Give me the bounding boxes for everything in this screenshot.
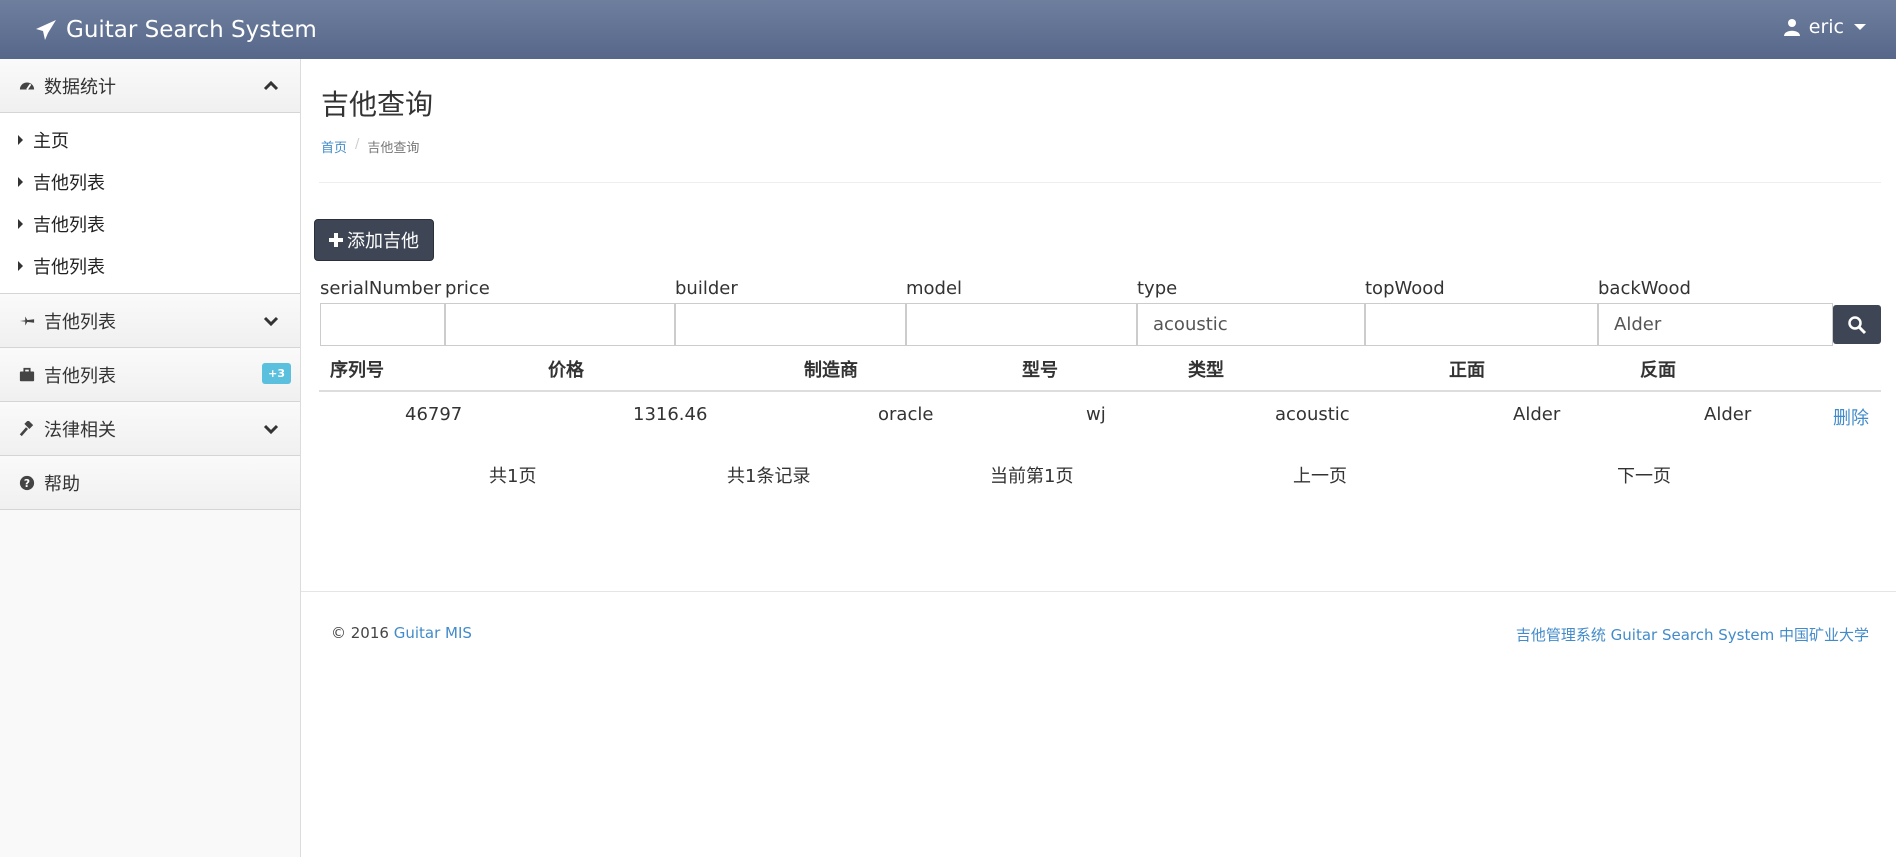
cell-type: acoustic — [1275, 404, 1350, 425]
add-guitar-button[interactable]: 添加吉他 — [314, 219, 434, 261]
breadcrumb-home-link[interactable]: 首页 — [321, 137, 347, 156]
briefcase-icon — [18, 366, 36, 384]
search-icon — [1848, 315, 1867, 334]
caret-right-icon — [18, 219, 23, 229]
delete-link[interactable]: 删除 — [1833, 404, 1869, 430]
sidebar-item-label: 吉他列表 — [33, 215, 105, 236]
footer-copyright: © 2016 Guitar MIS — [331, 624, 472, 642]
label-top-wood: topWood — [1365, 278, 1445, 299]
username: eric — [1808, 16, 1844, 38]
pagination: 共1页 共1条记录 当前第1页 上一页 下一页 — [319, 462, 1881, 492]
caret-down-icon — [1854, 24, 1866, 30]
user-icon — [1783, 19, 1800, 36]
sidebar-section-label: 吉他列表 — [44, 311, 116, 333]
cell-serial: 46797 — [405, 404, 463, 425]
dashboard-icon — [18, 77, 36, 95]
plane-icon — [18, 312, 36, 330]
column-header: 制造商 — [804, 360, 858, 381]
back-wood-input[interactable] — [1598, 303, 1833, 346]
app-title: Guitar Search System — [66, 17, 317, 43]
label-builder: builder — [675, 278, 738, 299]
sidebar-section-label: 法律相关 — [44, 419, 116, 441]
footer-brand-link[interactable]: Guitar MIS — [394, 624, 472, 642]
serial-number-input[interactable] — [320, 303, 445, 346]
divider — [319, 182, 1881, 183]
column-header: 类型 — [1188, 360, 1224, 381]
results-table: 序列号 价格 制造商 型号 类型 正面 反面 46797 1316.46 ora… — [319, 346, 1881, 438]
user-menu[interactable]: eric — [1783, 16, 1866, 38]
caret-right-icon — [18, 261, 23, 271]
footer: © 2016 Guitar MIS 吉他管理系统 Guitar Search S… — [301, 591, 1896, 661]
question-icon: ? — [18, 474, 36, 492]
caret-right-icon — [18, 135, 23, 145]
caret-right-icon — [18, 177, 23, 187]
footer-system-link[interactable]: 吉他管理系统 Guitar Search System 中国矿业大学 — [1516, 624, 1869, 645]
sidebar-item-label: 吉他列表 — [33, 173, 105, 194]
sidebar-item-guitar-list[interactable]: 吉他列表 — [0, 161, 300, 203]
sidebar-item-guitar-list[interactable]: 吉他列表 — [0, 203, 300, 245]
pager-current-page: 当前第1页 — [990, 466, 1074, 487]
cell-top-wood: Alder — [1513, 404, 1561, 425]
sidebar-section-label: 帮助 — [44, 473, 80, 495]
type-input[interactable] — [1137, 303, 1365, 346]
column-header: 序列号 — [330, 360, 384, 381]
search-button[interactable] — [1833, 305, 1881, 344]
page-title: 吉他查询 — [321, 88, 434, 121]
sidebar-section-guitars-badge[interactable]: 吉他列表 +3 — [0, 348, 300, 402]
top-navbar: Guitar Search System eric — [0, 0, 1896, 59]
column-header: 型号 — [1022, 360, 1058, 381]
column-header: 正面 — [1449, 360, 1485, 381]
column-header: 价格 — [548, 360, 584, 381]
pager-next-link[interactable]: 下一页 — [1617, 462, 1671, 488]
sidebar-section-legal[interactable]: 法律相关 — [0, 402, 300, 456]
brand[interactable]: Guitar Search System — [34, 14, 317, 46]
breadcrumb-separator: / — [355, 137, 360, 152]
chevron-down-icon — [263, 316, 279, 327]
table-row: 46797 1316.46 oracle wj acoustic Alder A… — [319, 392, 1881, 438]
copyright-text: © 2016 — [331, 624, 389, 642]
pager-total-records: 共1条记录 — [727, 466, 811, 487]
pager-prev-link[interactable]: 上一页 — [1293, 462, 1347, 488]
sidebar-section-help[interactable]: ? 帮助 — [0, 456, 300, 510]
sidebar: 数据统计 主页 吉他列表 吉他列表 吉他列表 吉他列表 吉他列表 +3 法律相关… — [0, 59, 301, 857]
price-input[interactable] — [445, 303, 675, 346]
svg-text:?: ? — [24, 477, 30, 490]
sidebar-item-guitar-list[interactable]: 吉他列表 — [0, 245, 300, 287]
builder-input[interactable] — [675, 303, 906, 346]
breadcrumb-current: 吉他查询 — [367, 141, 420, 156]
count-badge: +3 — [262, 363, 291, 384]
sidebar-submenu: 主页 吉他列表 吉他列表 吉他列表 — [0, 113, 300, 294]
sidebar-section-guitars[interactable]: 吉他列表 — [0, 294, 300, 348]
chevron-up-icon — [263, 80, 279, 91]
label-back-wood: backWood — [1598, 278, 1691, 299]
label-serial-number: serialNumber — [320, 278, 442, 299]
sidebar-section-stats[interactable]: 数据统计 — [0, 59, 300, 113]
sidebar-item-label: 主页 — [33, 131, 69, 152]
sidebar-item-home[interactable]: 主页 — [0, 119, 300, 161]
cell-builder: oracle — [878, 404, 934, 425]
sidebar-section-label: 吉他列表 — [44, 365, 116, 387]
pager-total-pages: 共1页 — [489, 466, 537, 487]
table-header: 序列号 价格 制造商 型号 类型 正面 反面 — [319, 346, 1881, 392]
breadcrumb: 首页 / 吉他查询 — [321, 137, 419, 156]
sidebar-section-label: 数据统计 — [44, 76, 116, 98]
top-wood-input[interactable] — [1365, 303, 1598, 346]
gavel-icon — [18, 420, 36, 438]
column-header: 反面 — [1640, 360, 1676, 381]
cell-price: 1316.46 — [633, 404, 708, 425]
chevron-down-icon — [263, 424, 279, 435]
main-content: 吉他查询 首页 / 吉他查询 添加吉他 serialNumber price b… — [301, 59, 1896, 857]
sidebar-item-label: 吉他列表 — [33, 257, 105, 278]
plus-icon — [329, 233, 343, 247]
model-input[interactable] — [906, 303, 1137, 346]
label-type: type — [1137, 278, 1178, 299]
add-guitar-label: 添加吉他 — [347, 231, 419, 252]
paper-plane-icon — [36, 20, 56, 40]
cell-model: wj — [1086, 404, 1106, 425]
label-price: price — [445, 278, 490, 299]
cell-back-wood: Alder — [1704, 404, 1752, 425]
label-model: model — [906, 278, 963, 299]
